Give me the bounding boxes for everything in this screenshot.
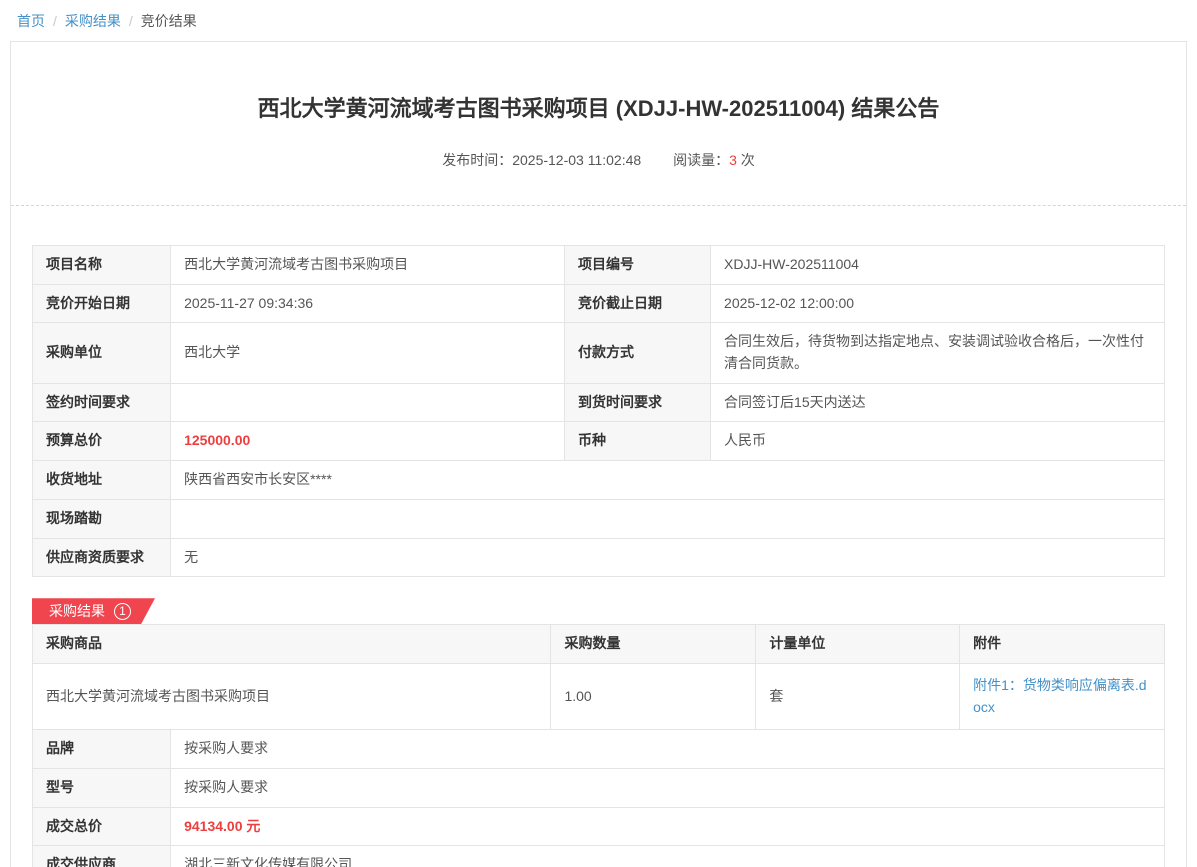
breadcrumb: 首页 / 采购结果 / 竞价结果 (0, 0, 1197, 41)
announcement-card: 西北大学黄河流域考古图书采购项目 (XDJJ-HW-202511004) 结果公… (10, 41, 1187, 867)
purchase-result-table: 采购商品 采购数量 计量单位 附件 西北大学黄河流域考古图书采购项目 1.00 … (32, 624, 1165, 730)
final-price-label: 成交总价 (33, 807, 171, 846)
purchase-result-badge: 采购结果 1 (32, 598, 155, 624)
product-column-header: 采购商品 (33, 625, 551, 664)
result-count-badge: 1 (114, 603, 131, 620)
final-price-value: 94134.00 元 (171, 807, 1165, 846)
read-count-value: 3 (729, 152, 737, 168)
table-row: 预算总价 125000.00 币种 人民币 (33, 422, 1165, 461)
table-row: 签约时间要求 到货时间要求 合同签订后15天内送达 (33, 383, 1165, 422)
table-row: 成交总价 94134.00 元 (33, 807, 1165, 846)
delivery-time-label: 到货时间要求 (565, 383, 711, 422)
project-name-value: 西北大学黄河流域考古图书采购项目 (171, 246, 565, 285)
table-row: 收货地址 陕西省西安市长安区**** (33, 461, 1165, 500)
breadcrumb-purchase-results-link[interactable]: 采购结果 (65, 11, 121, 31)
table-row: 项目名称 西北大学黄河流域考古图书采购项目 项目编号 XDJJ-HW-20251… (33, 246, 1165, 285)
page-title: 西北大学黄河流域考古图书采购项目 (XDJJ-HW-202511004) 结果公… (11, 91, 1186, 123)
bid-end-date-value: 2025-12-02 12:00:00 (711, 284, 1165, 323)
model-label: 型号 (33, 768, 171, 807)
supplier-qualification-label: 供应商资质要求 (33, 538, 171, 577)
breadcrumb-separator: / (129, 13, 133, 29)
result-section-header: 采购结果 1 (32, 598, 1165, 624)
breadcrumb-current-bidding-results: 竞价结果 (141, 11, 197, 31)
brand-label: 品牌 (33, 730, 171, 769)
delivery-address-value: 陕西省西安市长安区**** (171, 461, 1165, 500)
publish-time: 发布时间：2025-12-03 11:02:48 (442, 152, 641, 168)
table-row: 采购单位 西北大学 付款方式 合同生效后，待货物到达指定地点、安装调试验收合格后… (33, 323, 1165, 383)
supplier-qualification-value: 无 (171, 538, 1165, 577)
product-row: 西北大学黄河流域考古图书采购项目 1.00 套 附件1：货物类响应偏离表.doc… (33, 663, 1165, 729)
project-number-value: XDJJ-HW-202511004 (711, 246, 1165, 285)
product-quantity-cell: 1.00 (551, 663, 756, 729)
product-name-cell: 西北大学黄河流域考古图书采购项目 (33, 663, 551, 729)
table-header-row: 采购商品 采购数量 计量单位 附件 (33, 625, 1165, 664)
attachment-link[interactable]: 附件1：货物类响应偏离表.docx (973, 677, 1146, 715)
product-unit-cell: 套 (756, 663, 960, 729)
bid-start-date-value: 2025-11-27 09:34:36 (171, 284, 565, 323)
project-info-table: 项目名称 西北大学黄河流域考古图书采购项目 项目编号 XDJJ-HW-20251… (32, 245, 1165, 577)
currency-label: 币种 (565, 422, 711, 461)
table-row: 竞价开始日期 2025-11-27 09:34:36 竞价截止日期 2025-1… (33, 284, 1165, 323)
payment-method-label: 付款方式 (565, 323, 711, 383)
product-attachment-cell: 附件1：货物类响应偏离表.docx (960, 663, 1165, 729)
quantity-column-header: 采购数量 (551, 625, 756, 664)
attachment-column-header: 附件 (960, 625, 1165, 664)
brand-value: 按采购人要求 (171, 730, 1165, 769)
currency-value: 人民币 (711, 422, 1165, 461)
table-row: 供应商资质要求 无 (33, 538, 1165, 577)
budget-total-value: 125000.00 (171, 422, 565, 461)
bid-end-date-label: 竞价截止日期 (565, 284, 711, 323)
winning-supplier-label: 成交供应商 (33, 846, 171, 867)
purchase-result-badge-label: 采购结果 (49, 601, 105, 621)
budget-total-label: 预算总价 (33, 422, 171, 461)
table-row: 现场踏勘 (33, 499, 1165, 538)
breadcrumb-separator: / (53, 13, 57, 29)
project-number-label: 项目编号 (565, 246, 711, 285)
bid-start-date-label: 竞价开始日期 (33, 284, 171, 323)
breadcrumb-home-link[interactable]: 首页 (17, 11, 45, 31)
announcement-meta: 发布时间：2025-12-03 11:02:48 阅读量：3 次 (11, 150, 1186, 170)
result-detail-table: 品牌 按采购人要求 型号 按采购人要求 成交总价 94134.00 元 成交供应… (32, 729, 1165, 867)
payment-method-value: 合同生效后，待货物到达指定地点、安装调试验收合格后，一次性付清合同货款。 (711, 323, 1165, 383)
table-row: 品牌 按采购人要求 (33, 730, 1165, 769)
read-count: 阅读量：3 次 (673, 152, 755, 168)
project-name-label: 项目名称 (33, 246, 171, 285)
table-row: 型号 按采购人要求 (33, 768, 1165, 807)
delivery-time-value: 合同签订后15天内送达 (711, 383, 1165, 422)
site-survey-label: 现场踏勘 (33, 499, 171, 538)
purchaser-value: 西北大学 (171, 323, 565, 383)
site-survey-value (171, 499, 1165, 538)
unit-column-header: 计量单位 (756, 625, 960, 664)
delivery-address-label: 收货地址 (33, 461, 171, 500)
signing-time-label: 签约时间要求 (33, 383, 171, 422)
model-value: 按采购人要求 (171, 768, 1165, 807)
winning-supplier-value: 湖北三新文化传媒有限公司 (171, 846, 1165, 867)
table-row: 成交供应商 湖北三新文化传媒有限公司 (33, 846, 1165, 867)
dashed-divider (11, 205, 1186, 206)
purchaser-label: 采购单位 (33, 323, 171, 383)
signing-time-value (171, 383, 565, 422)
